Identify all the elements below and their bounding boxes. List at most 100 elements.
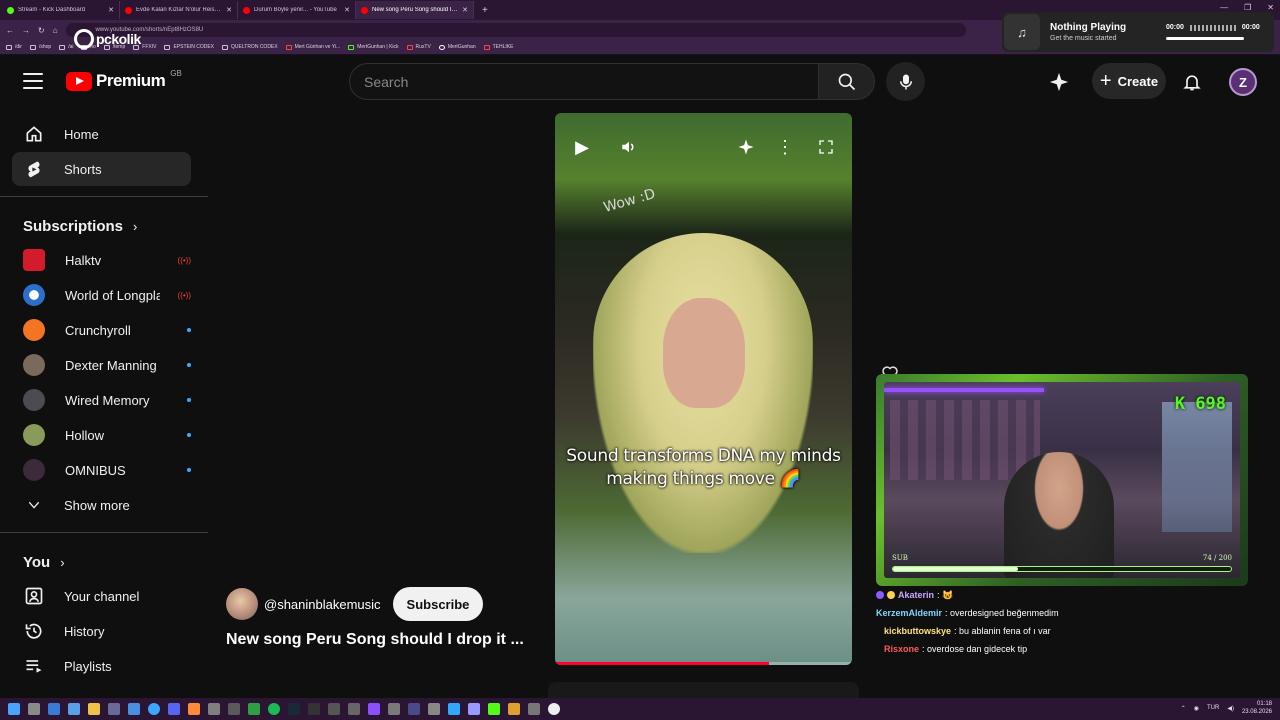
channel-avatar[interactable]: [226, 588, 258, 620]
forward-icon[interactable]: →: [22, 26, 30, 35]
show-more-button[interactable]: Show more: [12, 488, 191, 522]
github-icon[interactable]: [548, 703, 560, 715]
app-icon[interactable]: [328, 703, 340, 715]
app-icon[interactable]: [188, 703, 200, 715]
sidebar-item-your-channel[interactable]: Your channel: [12, 579, 191, 613]
account-avatar[interactable]: Z: [1229, 68, 1257, 96]
sidebar-item-playlists[interactable]: Playlists: [12, 649, 191, 683]
browser-tab-active[interactable]: New song Peru Song should I dro... ✕: [356, 1, 474, 19]
notifications-button[interactable]: [1180, 70, 1204, 94]
network-icon[interactable]: ◉: [1194, 705, 1199, 712]
sidebar-item-subscription[interactable]: Hollow: [12, 418, 191, 452]
app-icon[interactable]: [408, 703, 420, 715]
close-window-icon[interactable]: ✕: [1267, 3, 1274, 12]
bookmark[interactable]: RusTV: [406, 44, 431, 50]
app-icon[interactable]: [128, 703, 140, 715]
sparkle-ask-icon[interactable]: [735, 135, 757, 159]
youtube-premium-logo[interactable]: Premium GB: [66, 69, 182, 91]
shorts-video-player[interactable]: Wow :D ▶ ⋮ Sound transforms DNA my minds…: [555, 113, 852, 665]
chat-username[interactable]: Risxone: [884, 644, 919, 654]
chrome-icon[interactable]: [148, 703, 160, 715]
volume-tray-icon[interactable]: ◀): [1227, 705, 1234, 712]
bookmark[interactable]: MertGunhan: [438, 44, 476, 50]
app-icon[interactable]: [508, 703, 520, 715]
close-tab-icon[interactable]: ✕: [226, 6, 232, 14]
sidebar-item-subscription[interactable]: Halktv ((•)): [12, 243, 191, 277]
sidebar-item-subscription[interactable]: Wired Memory: [12, 383, 191, 417]
bookmark[interactable]: QUELTRON CODEX: [222, 44, 278, 50]
bookmark[interactable]: MertGunhan | Kick: [348, 44, 399, 50]
chat-username[interactable]: Akaterin: [898, 590, 934, 600]
reload-icon[interactable]: ↻: [38, 26, 45, 35]
you-heading[interactable]: You ›: [23, 554, 65, 571]
premiere-icon[interactable]: [468, 703, 480, 715]
video-progress-bar[interactable]: [555, 662, 852, 665]
sidebar-item-subscription[interactable]: Crunchyroll: [12, 313, 191, 347]
browser-tab[interactable]: Evde Kalan Kızlar N'olur Reis parç... ✕: [120, 1, 238, 19]
back-icon[interactable]: ←: [6, 26, 14, 35]
app-icon[interactable]: [368, 703, 380, 715]
app-icon[interactable]: [108, 703, 120, 715]
bookmark[interactable]: Mert Günhan ve Yi...: [285, 44, 340, 50]
sidebar-item-history[interactable]: History: [12, 614, 191, 648]
bookmark[interactable]: TEHLIKE: [483, 44, 513, 50]
bookmark[interactable]: /dir: [6, 44, 22, 50]
chat-username[interactable]: kickbuttowskye: [884, 626, 951, 636]
app-icon[interactable]: [228, 703, 240, 715]
bookmark[interactable]: /ai: [59, 44, 73, 50]
sidebar-item-subscription[interactable]: OMNIBUS: [12, 453, 191, 487]
next-short-preview[interactable]: [548, 682, 859, 698]
create-button[interactable]: + Create: [1092, 63, 1166, 99]
app-icon[interactable]: [208, 703, 220, 715]
new-tab-button[interactable]: +: [474, 5, 496, 16]
sidebar-item-home[interactable]: Home: [12, 117, 191, 151]
more-options-icon[interactable]: ⋮: [774, 135, 796, 159]
volume-icon[interactable]: [618, 135, 640, 159]
steam-icon[interactable]: [288, 703, 300, 715]
chat-username[interactable]: KerzemAldemir: [876, 608, 942, 618]
search-taskbar-icon[interactable]: [28, 703, 40, 715]
restore-icon[interactable]: ❐: [1244, 3, 1251, 12]
url-field[interactable]: www.youtube.com/shorts/nEpt8HzOS8U: [65, 23, 966, 37]
fullscreen-icon[interactable]: [815, 135, 837, 159]
widgets-icon[interactable]: [48, 703, 60, 715]
close-tab-icon[interactable]: ✕: [108, 6, 114, 14]
minimize-icon[interactable]: —: [1220, 3, 1228, 12]
subscriptions-heading[interactable]: Subscriptions ›: [23, 218, 137, 235]
home-browser-icon[interactable]: ⌂: [53, 26, 58, 35]
channel-handle[interactable]: @shaninblakemusic: [264, 597, 381, 612]
file-explorer-icon[interactable]: [88, 703, 100, 715]
sidebar-item-subscription[interactable]: Dexter Manning: [12, 348, 191, 382]
kick-icon[interactable]: [488, 703, 500, 715]
sidebar-item-subscription[interactable]: World of Longpla... ((•)): [12, 278, 191, 312]
app-icon[interactable]: [388, 703, 400, 715]
hamburger-menu-icon[interactable]: [23, 73, 43, 89]
language-indicator[interactable]: TUR: [1207, 705, 1219, 711]
close-tab-icon[interactable]: ✕: [344, 6, 350, 14]
search-button[interactable]: [818, 63, 875, 100]
store-icon[interactable]: [68, 703, 80, 715]
close-tab-icon[interactable]: ✕: [462, 6, 468, 14]
bookmark[interactable]: EPSTEIN CODEX: [164, 44, 214, 50]
app-icon[interactable]: [308, 703, 320, 715]
app-icon[interactable]: [428, 703, 440, 715]
play-icon[interactable]: ▶: [571, 135, 593, 159]
browser-tab[interactable]: Durum Böyle yenir... - YouTube ✕: [238, 1, 356, 19]
subscribe-button[interactable]: Subscribe: [392, 587, 484, 621]
app-icon[interactable]: [528, 703, 540, 715]
clock[interactable]: 01:18 23.08.2026: [1242, 700, 1272, 716]
spotify-icon[interactable]: [268, 703, 280, 715]
search-input[interactable]: [364, 73, 818, 90]
short-title[interactable]: New song Peru Song should I drop it ...: [226, 631, 536, 649]
tray-chevron-icon[interactable]: ⌃: [1181, 705, 1186, 712]
browser-tab[interactable]: Stream - Kick Dashboard ✕: [2, 1, 120, 19]
app-icon[interactable]: [248, 703, 260, 715]
app-icon[interactable]: [348, 703, 360, 715]
photoshop-icon[interactable]: [448, 703, 460, 715]
gemini-sparkle-button[interactable]: [1045, 68, 1073, 96]
voice-search-button[interactable]: [886, 62, 925, 101]
sidebar-item-shorts[interactable]: Shorts: [12, 152, 191, 186]
music-progress-bar[interactable]: [1166, 37, 1244, 40]
discord-icon[interactable]: [168, 703, 180, 715]
bookmark[interactable]: /shop: [29, 44, 51, 50]
